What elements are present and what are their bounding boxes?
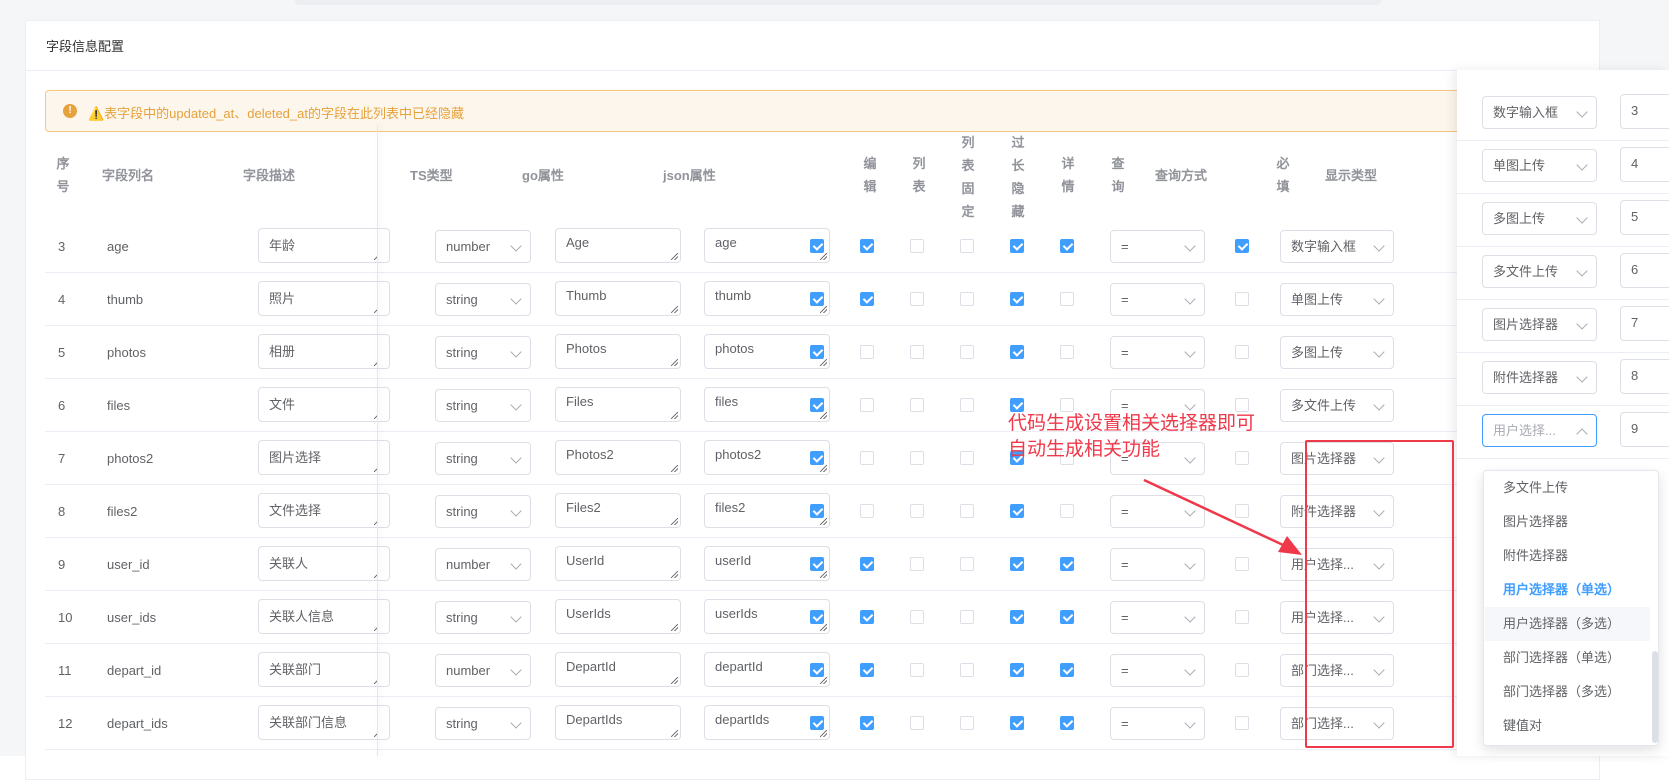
annotation-line-1: 代码生成设置相关选择器即可 [1008,412,1256,434]
annotation-text: 代码生成设置相关选择器即可 自动生成相关功能 [1008,410,1255,462]
annotation-arrow [1143,478,1302,555]
annotation-line-2: 自动生成相关功能 [1008,438,1161,460]
